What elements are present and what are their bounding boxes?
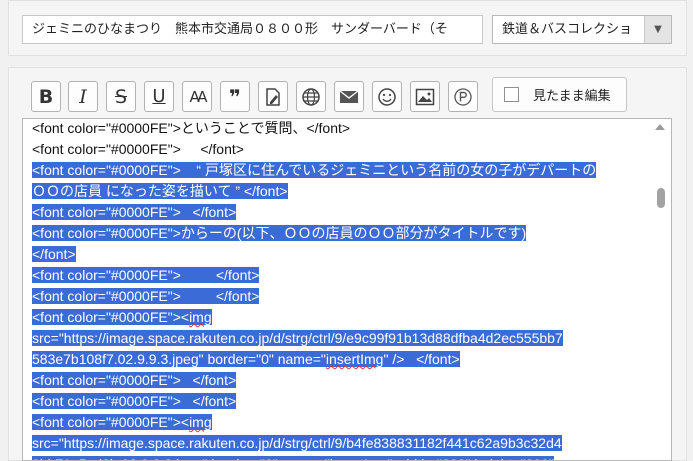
code-line-text: <font color="#0000FE"> </font> xyxy=(32,372,237,388)
code-line: <font color="#0000FE"><img xyxy=(32,412,646,433)
mail-icon xyxy=(339,89,359,103)
emoji-button[interactable] xyxy=(372,81,402,112)
bold-icon: B xyxy=(38,85,54,108)
code-line: <font color="#0000FE">からーの(以下、ＯＯの店員のＯＯ部分… xyxy=(32,223,646,244)
code-line: <font color="#0000FE">ということで質問、</font> xyxy=(32,119,646,139)
code-line-text: ＯＯの店員 になった姿を描いて ” </font> xyxy=(32,183,288,199)
point-button[interactable] xyxy=(448,81,478,112)
code-line: src="https://image.space.rakuten.co.jp/d… xyxy=(32,328,646,349)
code-line: <font color="#0000FE"><img xyxy=(32,307,646,328)
code-line: <font color="#0000FE"> “ 戸塚区に住んでいるジェミニとい… xyxy=(32,160,646,181)
globe-icon xyxy=(302,87,320,106)
code-line: <font color="#0000FE"> </font> xyxy=(32,265,646,286)
code-line-text: src="https://image.space.rakuten.co.jp/d… xyxy=(32,435,562,451)
code-line-text: <font color="#0000FE">ということで質問、</font> xyxy=(32,120,351,136)
edit-source-button[interactable] xyxy=(258,81,288,112)
code-line: <font color="#0000FE"> </font> xyxy=(32,391,646,412)
code-line: 583e7b108f7.02.9.9.3.jpeg" border="0" na… xyxy=(32,349,646,370)
code-line: src="https://image.space.rakuten.co.jp/d… xyxy=(32,433,646,454)
wysiwyg-toggle-button[interactable]: 見たまま編集 xyxy=(492,77,627,112)
underline-button[interactable]: U xyxy=(144,81,174,112)
wysiwyg-checkbox[interactable] xyxy=(504,87,519,102)
strikethrough-button[interactable]: S xyxy=(106,81,136,112)
point-icon xyxy=(454,87,472,106)
code-line-text: 0bb71a5ad2b.02.9.9.3.jpeg" border="0" na… xyxy=(32,456,554,460)
code-line-text: <font color="#0000FE"> </font> xyxy=(32,393,237,409)
code-line-text: <font color="#0000FE"><img xyxy=(32,414,212,430)
scroll-thumb[interactable] xyxy=(657,188,665,208)
bold-button[interactable]: B xyxy=(31,81,61,112)
underline-icon: U xyxy=(152,86,166,107)
code-line-text: src="https://image.space.rakuten.co.jp/d… xyxy=(32,330,563,346)
code-line: </font> xyxy=(32,244,646,265)
code-line: <font color="#0000FE"> </font> xyxy=(32,202,646,223)
quote-icon: ❞ xyxy=(229,84,241,109)
strikethrough-icon: S xyxy=(114,85,128,108)
code-line-text: <font color="#0000FE"> “ 戸塚区に住んでいるジェミニとい… xyxy=(32,162,597,178)
italic-icon: I xyxy=(79,85,87,108)
code-line: <font color="#0000FE"> </font> xyxy=(32,139,646,160)
code-content[interactable]: <font color="#0000FE">ということで質問、</font> <f… xyxy=(32,119,646,460)
code-line: <font color="#0000FE"> </font> xyxy=(32,286,646,307)
image-button[interactable] xyxy=(410,81,440,112)
code-line-text: <font color="#0000FE"> </font> xyxy=(32,204,237,220)
chevron-down-icon[interactable]: ▼ xyxy=(644,16,671,43)
code-line-text: <font color="#0000FE"> </font> xyxy=(32,267,260,283)
vertical-scrollbar[interactable] xyxy=(650,119,671,460)
html-source-textarea[interactable]: <font color="#0000FE">ということで質問、</font> <f… xyxy=(22,118,672,461)
code-line-text: <font color="#0000FE"> </font> xyxy=(32,141,244,157)
document-edit-icon xyxy=(266,87,280,106)
code-line: 0bb71a5ad2b.02.9.9.3.jpeg" border="0" na… xyxy=(32,454,646,460)
image-icon xyxy=(415,88,435,105)
wysiwyg-label: 見たまま編集 xyxy=(533,89,611,104)
link-button[interactable] xyxy=(296,81,326,112)
code-line-text: <font color="#0000FE"><img xyxy=(32,309,212,325)
smiley-icon xyxy=(378,87,396,106)
scroll-up-arrow-icon[interactable] xyxy=(655,124,665,130)
italic-button[interactable]: I xyxy=(68,81,98,112)
mail-button[interactable] xyxy=(334,81,364,112)
code-line-text: </font> xyxy=(32,246,76,262)
code-line: ＯＯの店員 になった姿を描いて ” </font> xyxy=(32,181,646,202)
quote-button[interactable]: ❞ xyxy=(220,81,250,112)
title-input[interactable]: ジェミニのひなまつり 熊本市交通局０８００形 サンダーバード（そ xyxy=(22,15,483,44)
code-line-text: 583e7b108f7.02.9.9.3.jpeg" border="0" na… xyxy=(32,351,460,367)
category-select[interactable]: 鉄道＆バスコレクション ▼ xyxy=(492,15,672,44)
code-line: <font color="#0000FE"> </font> xyxy=(32,370,646,391)
font-size-button[interactable]: AA xyxy=(182,81,212,112)
font-size-icon: AA xyxy=(189,87,208,106)
code-line-text: <font color="#0000FE">からーの(以下、ＯＯの店員のＯＯ部分… xyxy=(32,225,527,241)
code-line-text: <font color="#0000FE"> </font> xyxy=(32,288,260,304)
category-select-value: 鉄道＆バスコレクション xyxy=(502,22,634,37)
